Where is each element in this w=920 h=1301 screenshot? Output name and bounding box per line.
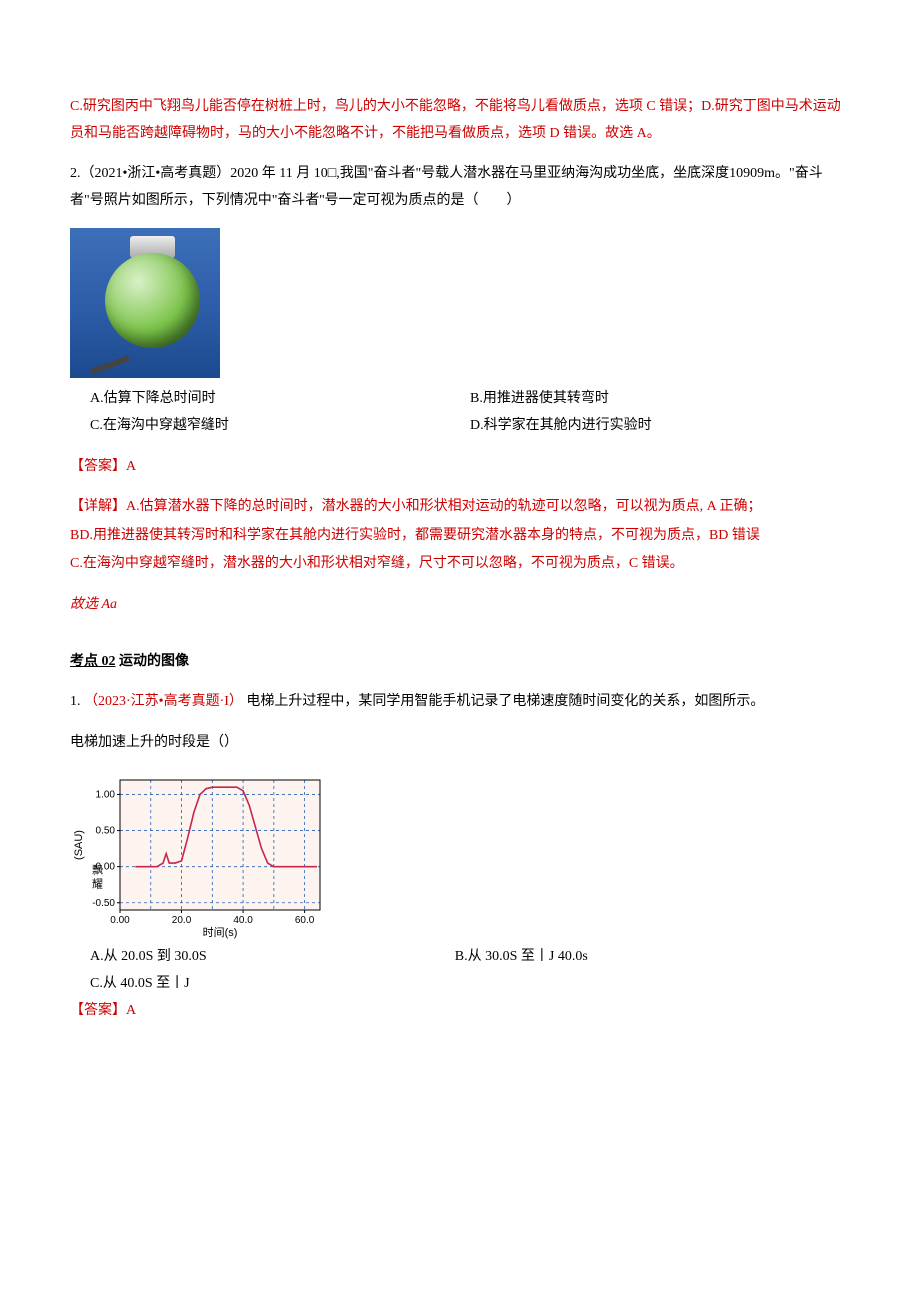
q3-options: A.从 20.0S 到 30.0S B.从 30.0S 至丨J 40.0s C.… bbox=[90, 944, 850, 997]
sec-name: 运动的图像 bbox=[119, 654, 189, 669]
svg-text:时间(s): 时间(s) bbox=[203, 926, 238, 939]
q3-stem2: 电梯加速上升的时段是（） bbox=[70, 730, 850, 757]
svg-text:0.00: 0.00 bbox=[110, 915, 130, 926]
q2-option-a: A.估算下降总时间时 bbox=[90, 386, 470, 413]
svg-text:60.0: 60.0 bbox=[295, 915, 315, 926]
q2-option-c: C.在海沟中穿越窄缝时 bbox=[90, 413, 470, 440]
svg-text:1.00: 1.00 bbox=[96, 790, 116, 801]
submersible-photo bbox=[70, 228, 220, 378]
svg-text:0.50: 0.50 bbox=[96, 826, 116, 837]
sub-arm bbox=[90, 356, 130, 375]
q3-num: 1. bbox=[70, 694, 81, 709]
q3-answer: 【答案】A bbox=[70, 998, 850, 1025]
svg-text:-0.50: -0.50 bbox=[92, 898, 115, 909]
svg-text:40.0: 40.0 bbox=[233, 915, 253, 926]
q2-detail-a: 【详解】A.估算潜水器下降的总时间时，潜水器的大小和形状相对运动的轨迹可以忽略，… bbox=[70, 494, 850, 521]
q3-stem: 1. （2023·江苏•高考真题·I） 电梯上升过程中，某同学用智能手机记录了电… bbox=[70, 689, 850, 716]
q2-options: A.估算下降总时间时 B.用推进器使其转弯时 C.在海沟中穿越窄缝时 D.科学家… bbox=[90, 386, 850, 439]
q3-option-b: B.从 30.0S 至丨J 40.0s bbox=[455, 944, 850, 971]
sub-sphere bbox=[105, 253, 200, 348]
q3-source: （2023·江苏•高考真题·I） bbox=[84, 694, 243, 709]
section-02-title: 考点 02 运动的图像 bbox=[70, 649, 850, 676]
q2-detail-c: C.在海沟中穿越窄缝时，潜水器的大小和形状相对窄缝，尺寸不可以忽略，不可视为质点… bbox=[70, 551, 850, 578]
q3-option-a: A.从 20.0S 到 30.0S bbox=[90, 944, 455, 971]
q3-option-c: C.从 40.0S 至丨J bbox=[90, 971, 455, 998]
svg-text:飘: 飘 bbox=[92, 864, 103, 877]
velocity-time-chart: -0.500.000.501.000.0020.040.060.0时间(s)(S… bbox=[70, 770, 330, 940]
chart-svg: -0.500.000.501.000.0020.040.060.0时间(s)(S… bbox=[70, 770, 330, 940]
q2-option-d: D.科学家在其舱内进行实验时 bbox=[470, 413, 850, 440]
q2-option-b: B.用推进器使其转弯时 bbox=[470, 386, 850, 413]
q3-text: 电梯上升过程中，某同学用智能手机记录了电梯速度随时间变化的关系，如图所示。 bbox=[246, 694, 764, 709]
answer-explain-cd: C.研究图丙中飞翔鸟儿能否停在树桩上时，鸟儿的大小不能忽略，不能将鸟儿看做质点，… bbox=[70, 94, 850, 147]
q2-answer: 【答案】A bbox=[70, 454, 850, 481]
q2-detail-bd: BD.用推进器使其转泻时和科学家在其舱内进行实验时，都需要研究潜水器本身的特点，… bbox=[70, 523, 850, 550]
sec-prefix: 考点 02 bbox=[70, 654, 116, 669]
svg-text:20.0: 20.0 bbox=[172, 915, 192, 926]
q2-stem: 2.（2021•浙江•高考真题）2020 年 11 月 10□,我国"奋斗者"号… bbox=[70, 161, 850, 214]
svg-text:耀: 耀 bbox=[92, 878, 103, 891]
q2-pick: 故选 Aa bbox=[70, 592, 850, 619]
svg-text:(SAU): (SAU) bbox=[73, 830, 85, 860]
